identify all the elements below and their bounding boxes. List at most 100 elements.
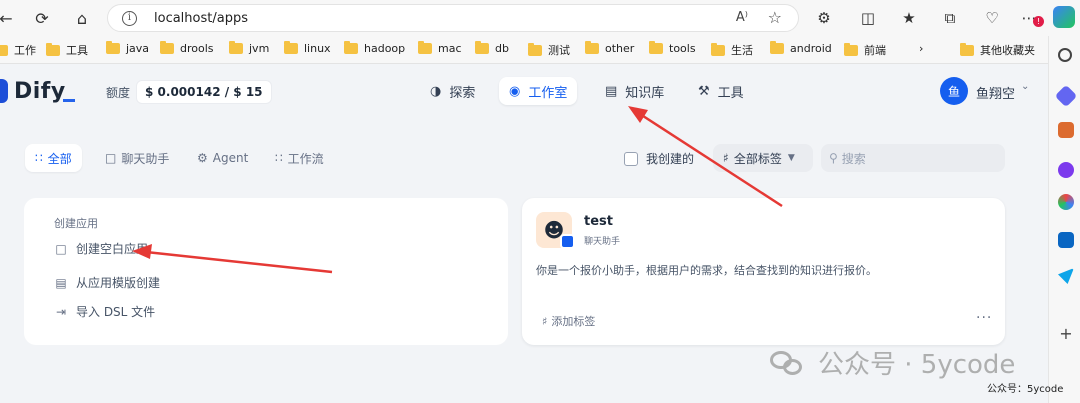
add-icon[interactable]: + [1058, 326, 1074, 342]
filter-tab-workflow[interactable]: ∷ 工作流 [265, 144, 334, 172]
grid-icon: ∷ [35, 151, 43, 165]
mine-label: 我创建的 [646, 152, 695, 166]
folder-icon [770, 41, 784, 54]
robot-icon: ◉ [509, 83, 521, 99]
bookmark-folder[interactable]: android [770, 41, 832, 55]
send-icon[interactable] [1058, 268, 1074, 284]
folder-icon [528, 42, 542, 56]
filter-tab-chat[interactable]: □ 聊天助手 [95, 144, 179, 172]
bookmark-folder[interactable]: 工具 [46, 42, 88, 58]
bookmark-folder[interactable]: 生活 [711, 42, 753, 58]
chevron-down-icon[interactable]: ⌄ [1021, 81, 1029, 92]
credit-label: 额度 [106, 85, 131, 100]
app-card[interactable]: ☻ test 聊天助手 你是一个报价小助手，根据用户的需求，结合查找到的知识进行… [522, 198, 1005, 345]
chat-badge-icon [560, 234, 575, 249]
folder-icon [284, 41, 298, 54]
folder-icon [585, 41, 599, 54]
copilot-circle-icon[interactable] [1058, 194, 1074, 210]
nav-studio[interactable]: ◉ 工作室 [499, 77, 578, 105]
mine-checkbox[interactable] [624, 151, 638, 166]
chevron-down-icon: ▼ [787, 153, 795, 163]
nav-knowledge[interactable]: ▤ 知识库 [595, 77, 674, 105]
outlook-icon[interactable] [1058, 232, 1074, 248]
create-from-template-button[interactable]: ▤ 从应用模版创建 [54, 274, 160, 291]
site-info-icon[interactable]: i [122, 11, 137, 26]
folder-icon [711, 42, 725, 56]
app-name: test [584, 214, 613, 229]
people-icon[interactable] [1058, 162, 1074, 178]
app-header: Dify 额度 $ 0.000142 / $ 15 ◑ 探索 ◉ 工作室 ▤ 知… [0, 65, 1048, 117]
import-icon: ⇥ [55, 304, 67, 319]
book-icon: ▤ [605, 83, 618, 99]
mine-filter[interactable]: 我创建的 [624, 150, 694, 167]
search-icon[interactable] [1058, 48, 1072, 62]
bookmark-folder[interactable]: drools [160, 41, 214, 55]
create-blank-app-button[interactable]: □ 创建空白应用 [54, 240, 148, 257]
search-icon: ⚲ [829, 151, 838, 165]
bookmark-folder[interactable]: 测试 [528, 42, 570, 58]
app-description: 你是一个报价小助手，根据用户的需求，结合查找到的知识进行报价。 [536, 264, 877, 277]
browser-sidebar: + [1048, 36, 1080, 403]
filter-tab-agent[interactable]: ⚙ Agent [187, 144, 258, 172]
bookmark-folder[interactable]: java [106, 41, 149, 55]
explore-icon: ◑ [430, 83, 442, 99]
tag-icon[interactable] [1054, 84, 1078, 108]
watermark: 公众号 · 5ycode [770, 344, 1015, 381]
nav-explore[interactable]: ◑ 探索 [420, 77, 485, 105]
read-aloud-icon[interactable]: A⁾ [736, 10, 748, 25]
toolbox-icon[interactable] [1058, 122, 1074, 138]
folder-icon [960, 42, 974, 56]
add-tag-button[interactable]: ♯ 添加标签 [542, 313, 595, 329]
workflow-icon: ∷ [275, 151, 283, 165]
bookmark-folder[interactable]: jvm [229, 41, 269, 55]
refresh-icon[interactable]: ⟳ [30, 6, 54, 30]
bookmark-folder[interactable]: hadoop [344, 41, 405, 55]
home-icon[interactable]: ⌂ [70, 6, 94, 30]
bookmark-folder[interactable]: mac [418, 41, 462, 55]
favorites-icon[interactable]: ★ [898, 7, 920, 29]
folder-icon [475, 41, 489, 54]
browser-essentials-icon[interactable]: ♡ [981, 7, 1003, 29]
bookmark-folder[interactable]: 前端 [844, 42, 886, 58]
import-dsl-button[interactable]: ⇥ 导入 DSL 文件 [54, 303, 155, 320]
app-type: 聊天助手 [584, 237, 621, 247]
nav-tools[interactable]: ⚒ 工具 [688, 77, 754, 105]
file-plus-icon: □ [55, 241, 67, 256]
back-icon[interactable]: ← [0, 6, 18, 30]
bookmark-folder[interactable]: linux [284, 41, 331, 55]
search-input[interactable]: ⚲ 搜索 [821, 144, 1005, 172]
bookmark-folder[interactable]: db [475, 41, 509, 55]
more-options-icon[interactable]: ··· [976, 310, 992, 326]
wechat-icon [770, 349, 804, 377]
split-screen-icon[interactable]: ◫ [857, 7, 879, 29]
bookmark-folder[interactable]: 其他收藏夹 [960, 42, 1035, 58]
copilot-icon[interactable] [1053, 6, 1075, 28]
folder-icon [0, 44, 8, 56]
bookmarks-overflow-chevron-icon[interactable]: › [919, 42, 923, 55]
avatar[interactable]: 鱼 [940, 77, 968, 105]
folder-icon [46, 42, 60, 56]
address-bar[interactable]: i localhost/apps A⁾ ☆ [107, 4, 799, 32]
username[interactable]: 鱼翔空 [976, 83, 1015, 102]
bookmark-folder[interactable]: other [585, 41, 634, 55]
folder-icon [418, 41, 432, 54]
credit-value: $ 0.000142 / $ 15 [136, 80, 272, 104]
credit-badge[interactable]: 额度 $ 0.000142 / $ 15 [98, 79, 272, 105]
browser-toolbar: ← ⟳ ⌂ i localhost/apps A⁾ ☆ ⚙ ◫ ★ ⧉ ♡ ⋯ … [0, 0, 1080, 36]
folder-icon [844, 42, 858, 56]
folder-icon [229, 41, 243, 54]
favorite-star-icon[interactable]: ☆ [768, 8, 782, 27]
chat-icon: □ [105, 151, 117, 165]
filter-tab-all[interactable]: ∷ 全部 [25, 144, 82, 172]
hammer-icon: ⚒ [698, 83, 710, 99]
bookmark-folder[interactable]: tools [649, 41, 696, 55]
notification-badge: ! [1033, 16, 1044, 27]
template-icon: ▤ [55, 275, 67, 290]
collections-icon[interactable]: ⧉ [939, 7, 961, 29]
extensions-icon[interactable]: ⚙ [813, 7, 835, 29]
create-card-title: 创建应用 [54, 217, 98, 230]
logo-mark [0, 79, 8, 103]
bookmark-folder[interactable]: 工作 [0, 42, 36, 58]
logo[interactable]: Dify [14, 79, 66, 104]
tag-select[interactable]: ♯ 全部标签 ▼ [713, 144, 813, 172]
